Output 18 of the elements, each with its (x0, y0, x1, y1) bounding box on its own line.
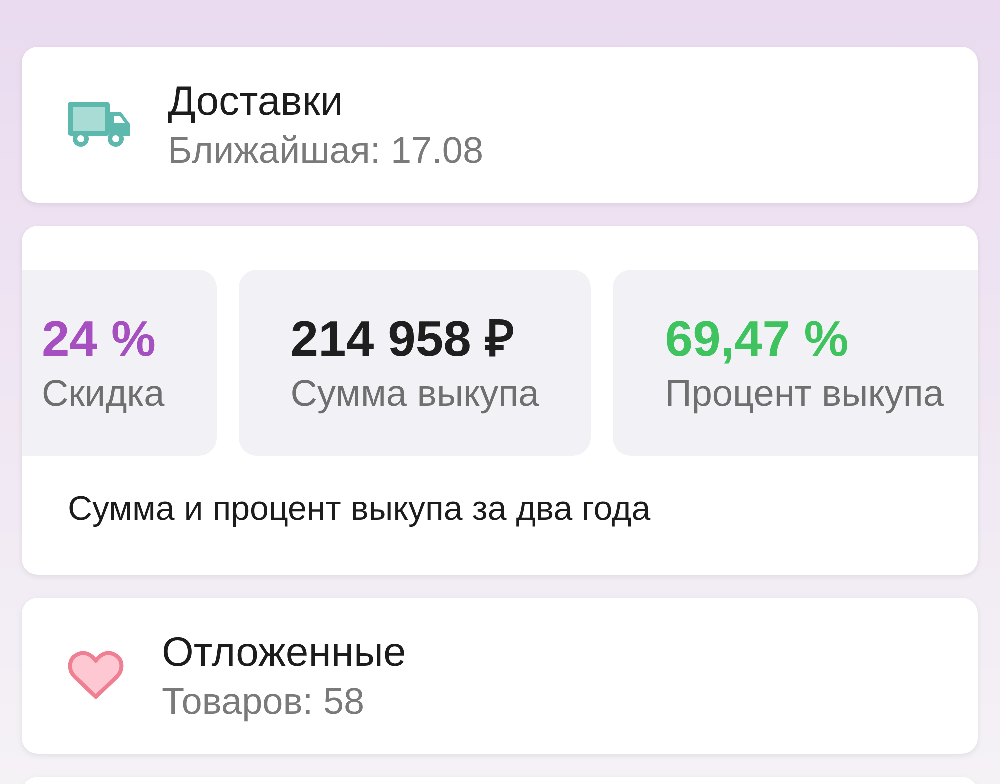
stat-label: Процент выкупа (665, 372, 944, 416)
saved-card[interactable]: Отложенные Товаров: 58 (22, 598, 978, 754)
stat-tile[interactable]: 214 958 ₽ Сумма выкупа (238, 270, 592, 456)
stat-value: 214 958 ₽ (290, 310, 514, 369)
stat-value: 69,47 % (665, 310, 849, 369)
card-subtitle: Товаров: 58 (162, 680, 366, 724)
stat-label: Сумма выкупа (290, 372, 540, 416)
stat-tile[interactable]: 24 % Скидка (22, 270, 217, 456)
card-title: Доставки (168, 77, 344, 126)
stats-caption: Сумма и процент выкупа за два года (68, 489, 651, 530)
stat-label: Скидка (42, 372, 165, 416)
heart-icon (68, 651, 124, 701)
card-subtitle: Ближайшая: 17.08 (168, 129, 484, 173)
card-title: Отложенные (162, 628, 406, 677)
deliveries-card[interactable]: Доставки Ближайшая: 17.08 (22, 47, 978, 203)
truck-icon (68, 102, 130, 148)
stat-tile[interactable]: 69,47 % Процент выкупа (613, 270, 978, 456)
stat-value: 24 % (42, 310, 156, 369)
